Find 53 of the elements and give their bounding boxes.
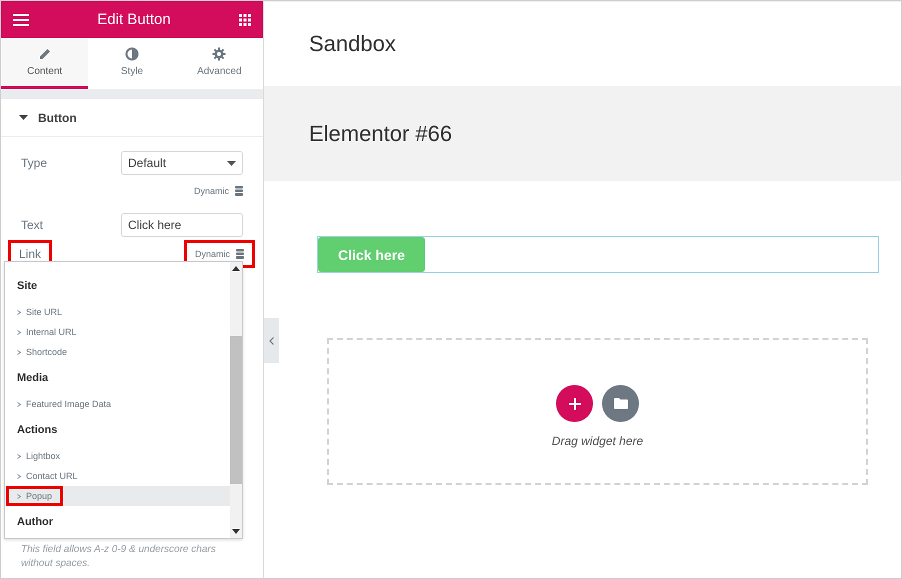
menu-icon[interactable] [13,14,29,26]
dynamic-tag[interactable]: Dynamic [186,243,252,265]
text-field[interactable]: Click here [121,213,243,237]
scroll-down-icon[interactable] [232,529,240,534]
type-select[interactable]: Default [121,151,243,175]
dropdown-option[interactable]: Internal URL [9,325,85,339]
contrast-icon [124,47,139,61]
field-label: Text [21,217,44,234]
chevron-icon [17,402,21,408]
group-heading: Author [16,515,54,530]
settings-icon [212,47,226,61]
drop-zone[interactable]: Drag widget here [327,338,868,485]
panel-toggle[interactable] [264,318,279,363]
chevron-icon [17,330,21,336]
field-label: Link [11,243,50,265]
database-icon [236,249,244,259]
chevron-icon [17,494,21,500]
dynamic-tag[interactable]: Dynamic [194,183,243,199]
section-header[interactable]: Button [1,99,263,137]
dropdown-option[interactable]: Shortcode [9,345,76,359]
chevron-icon [17,350,21,356]
site-title: Sandbox [309,31,396,57]
group-heading: Site [16,279,38,294]
panel-title: Edit Button [97,11,171,28]
pencil-icon [38,47,52,61]
dropdown-option[interactable]: Contact URL [9,469,86,483]
chevron-icon [17,310,21,316]
page-title: Elementor #66 [309,120,452,146]
group-heading: Actions [16,423,58,438]
dropdown-option[interactable]: Site URL [9,305,70,319]
database-icon [235,186,243,196]
chevron-icon [17,454,21,460]
grid-icon[interactable] [238,14,251,26]
scroll-up-icon[interactable] [232,266,240,271]
add-button[interactable] [556,385,593,422]
dropdown-option[interactable]: Lightbox [9,449,68,463]
chevron-left-icon [269,336,274,344]
scrollbar[interactable] [230,262,242,538]
help-text: This field allows A-z 0-9 & underscore chars without spaces. [21,543,217,571]
drop-hint: Drag widget here [552,434,644,448]
caret-icon [227,160,236,166]
folder-icon [614,398,628,409]
panel-tab[interactable]: Advanced [176,38,263,89]
dropdown-option[interactable]: Popup [9,489,60,503]
panel-tab[interactable]: Content [1,38,88,89]
template-button[interactable] [602,385,639,422]
chevron-icon [17,474,21,480]
caret-icon [19,115,28,120]
dropdown-option[interactable]: Featured Image Data [9,397,120,411]
plus-icon [568,398,580,410]
field-label: Type [21,155,48,172]
panel-tab[interactable]: Style [88,38,176,89]
group-heading: Media [16,371,50,386]
